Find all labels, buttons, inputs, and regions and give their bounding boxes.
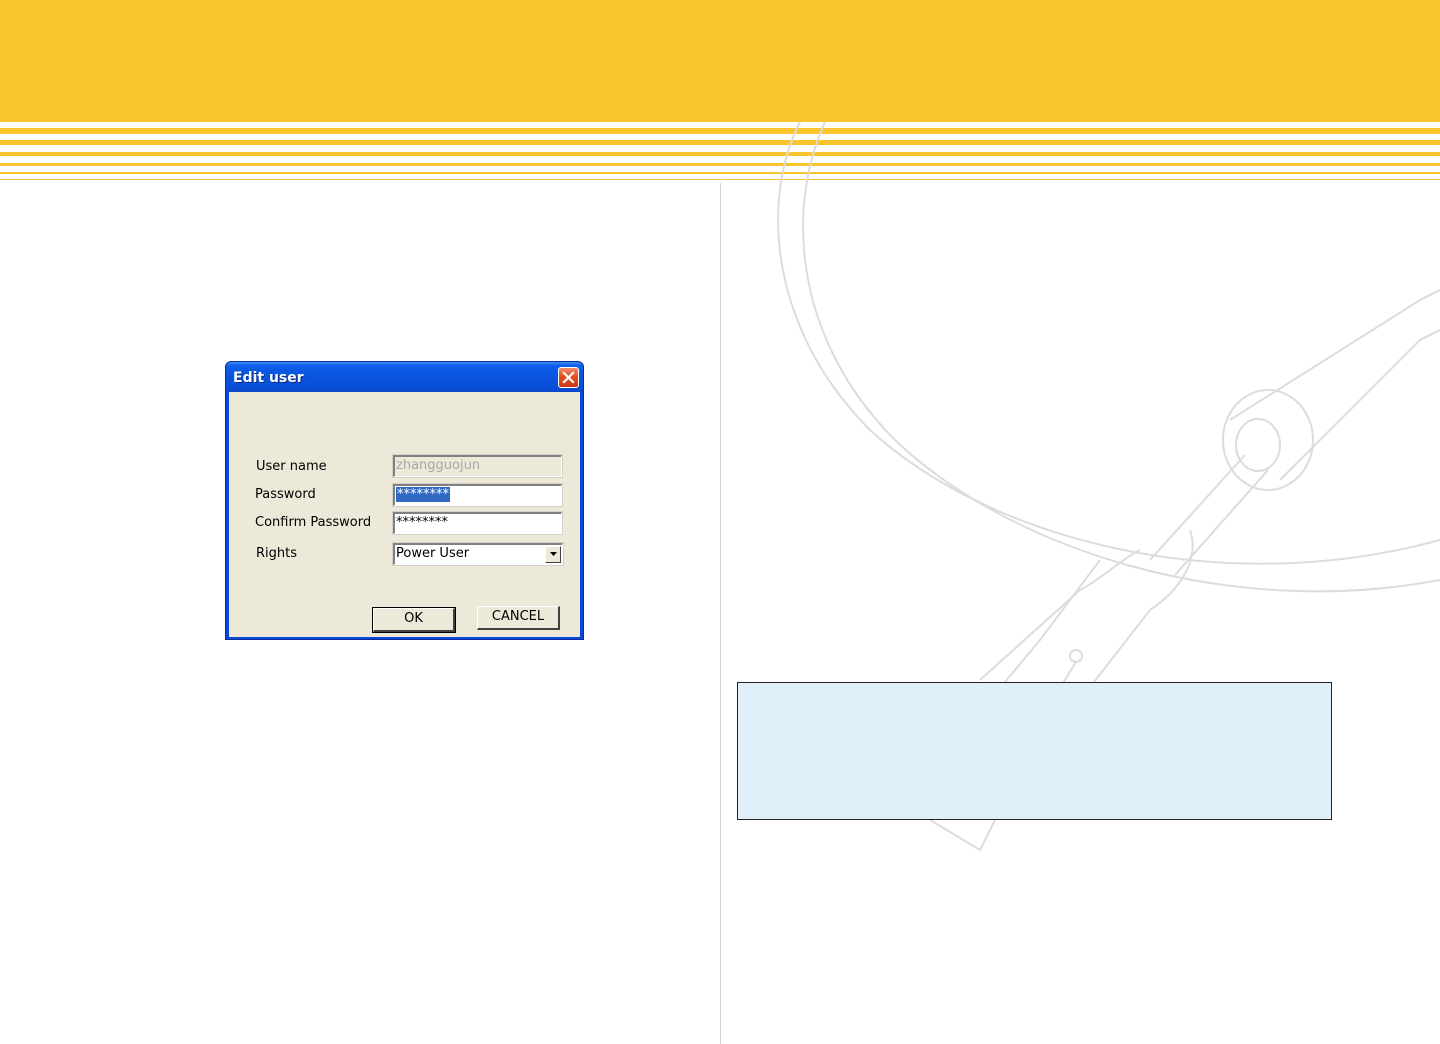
note-box: [737, 682, 1332, 820]
rights-dropdown-button[interactable]: [545, 546, 561, 563]
header-stripe: [0, 179, 1440, 180]
page-divider: [720, 183, 721, 1044]
rights-value: Power User: [396, 546, 470, 561]
chevron-down-icon: [550, 552, 557, 556]
header-stripe: [0, 140, 1440, 145]
header-stripe: [0, 152, 1440, 156]
rights-label: Rights: [256, 546, 298, 561]
cancel-button[interactable]: CANCEL: [477, 606, 560, 630]
close-icon: [562, 371, 575, 384]
dialog-titlebar[interactable]: Edit user: [226, 362, 583, 392]
password-value: ********: [396, 487, 450, 502]
header-stripe: [0, 163, 1440, 166]
ok-button[interactable]: OK: [372, 607, 456, 633]
edit-user-dialog: Edit user User name zhangguojun Password…: [225, 361, 584, 640]
header-stripe: [0, 172, 1440, 174]
header-band: [0, 0, 1440, 122]
close-button[interactable]: [558, 367, 579, 388]
username-label: User name: [256, 459, 327, 474]
dialog-body: User name zhangguojun Password ******** …: [229, 392, 580, 637]
dialog-title: Edit user: [233, 370, 304, 386]
password-label: Password: [255, 487, 316, 502]
header-stripe: [0, 128, 1440, 134]
confirm-password-field[interactable]: ********: [392, 511, 563, 535]
username-field: zhangguojun: [392, 454, 563, 478]
confirm-password-label: Confirm Password: [255, 515, 372, 530]
rights-select[interactable]: Power User: [392, 542, 564, 566]
password-field[interactable]: ********: [392, 483, 563, 507]
